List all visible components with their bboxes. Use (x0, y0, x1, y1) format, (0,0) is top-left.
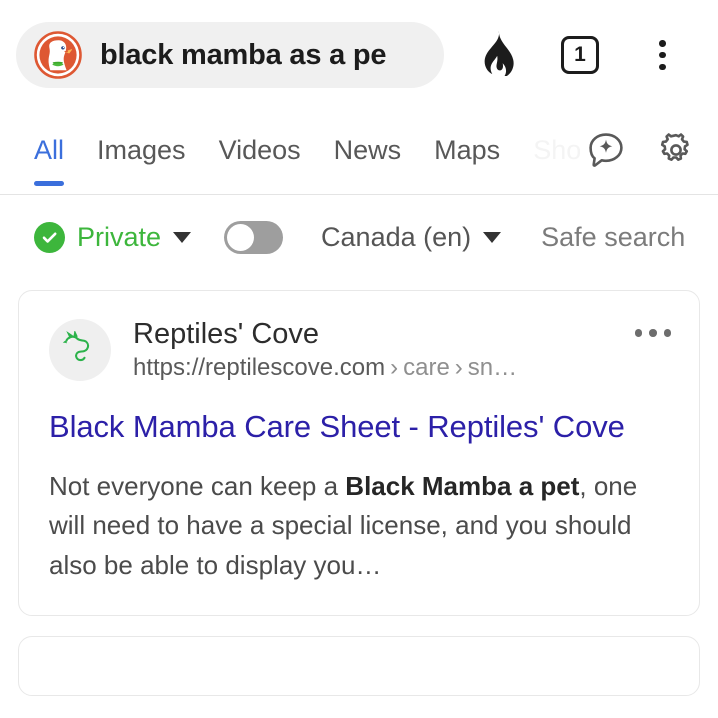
private-filter-label: Private (77, 222, 162, 252)
check-circle-icon (34, 222, 65, 253)
result-site-name: Reptiles' Cove (133, 318, 320, 350)
browser-menu-button[interactable] (636, 28, 690, 82)
tab-shopping-label: Shopping (533, 134, 580, 165)
anonymous-toggle[interactable] (224, 221, 284, 254)
safe-search-filter-label: Safe search (541, 222, 686, 252)
chevron-down-icon (483, 232, 502, 243)
search-tab-bar: All Images Videos News Maps Shopping (0, 110, 718, 195)
search-results-list: Reptiles' Cove https://reptilescove.com ›… (0, 280, 718, 697)
duckduckgo-logo-icon[interactable] (34, 31, 82, 79)
address-bar[interactable]: black mamba as a pe (16, 22, 444, 88)
tab-switcher-button[interactable]: 1 (553, 28, 607, 82)
tab-maps-label: Maps (434, 134, 501, 165)
lizard-icon (60, 329, 100, 370)
snippet-part: Not everyone can keep a (49, 470, 346, 501)
tab-images-label: Images (97, 134, 186, 165)
tab-images[interactable]: Images (97, 110, 186, 194)
ai-chat-icon[interactable] (586, 130, 626, 175)
fire-button[interactable] (470, 28, 524, 82)
tab-maps[interactable]: Maps (434, 110, 500, 194)
tab-all[interactable]: All (34, 110, 65, 194)
tab-videos[interactable]: Videos (219, 110, 301, 194)
breadcrumb-separator: › (454, 354, 463, 382)
tab-all-label: All (34, 134, 65, 165)
search-tabs: All Images Videos News Maps Shopping (34, 110, 580, 194)
tab-counter-icon: 1 (560, 36, 599, 74)
safe-search-filter[interactable]: Safe search (529, 222, 685, 253)
tab-videos-label: Videos (218, 134, 301, 165)
breadcrumb-part-1: care (403, 354, 450, 382)
result-url-domain: https://reptilescove.com (133, 354, 386, 382)
result-more-menu[interactable] (625, 317, 674, 337)
breadcrumb-separator: › (390, 354, 399, 382)
result-url-breadcrumb: https://reptilescove.com › care › sn… (133, 354, 517, 381)
site-favicon (49, 319, 111, 381)
snippet-highlight: Black Mamba a pet (345, 470, 580, 501)
result-header: Reptiles' Cove https://reptilescove.com ›… (49, 317, 673, 384)
breadcrumb-part-2: sn… (467, 354, 518, 382)
flame-icon (477, 30, 517, 81)
address-bar-query[interactable]: black mamba as a pe (100, 39, 386, 72)
browser-top-bar: black mamba as a pe 1 (0, 0, 718, 110)
tab-shopping[interactable]: Shopping (533, 110, 580, 194)
search-filter-bar: Private Canada (en) Safe search (0, 195, 718, 280)
private-filter[interactable]: Private (34, 222, 192, 253)
result-snippet: Not everyone can keep a Black Mamba a pe… (49, 467, 673, 586)
tab-news-label: News (333, 134, 402, 165)
tab-news[interactable]: News (334, 110, 402, 194)
region-filter[interactable]: Canada (en) (309, 222, 502, 253)
vertical-dots-icon (659, 40, 666, 70)
search-tab-actions (580, 110, 718, 194)
gear-icon[interactable] (656, 130, 696, 175)
result-site-info: Reptiles' Cove https://reptilescove.com ›… (133, 317, 625, 384)
search-result-item[interactable]: Reptiles' Cove https://reptilescove.com ›… (18, 290, 700, 617)
result-title-link[interactable]: Black Mamba Care Sheet - Reptiles' Cove (49, 406, 673, 447)
region-filter-label: Canada (en) (321, 222, 472, 252)
chevron-down-icon (173, 232, 192, 243)
search-result-item-next[interactable] (18, 636, 700, 697)
browser-actions: 1 (444, 28, 704, 82)
